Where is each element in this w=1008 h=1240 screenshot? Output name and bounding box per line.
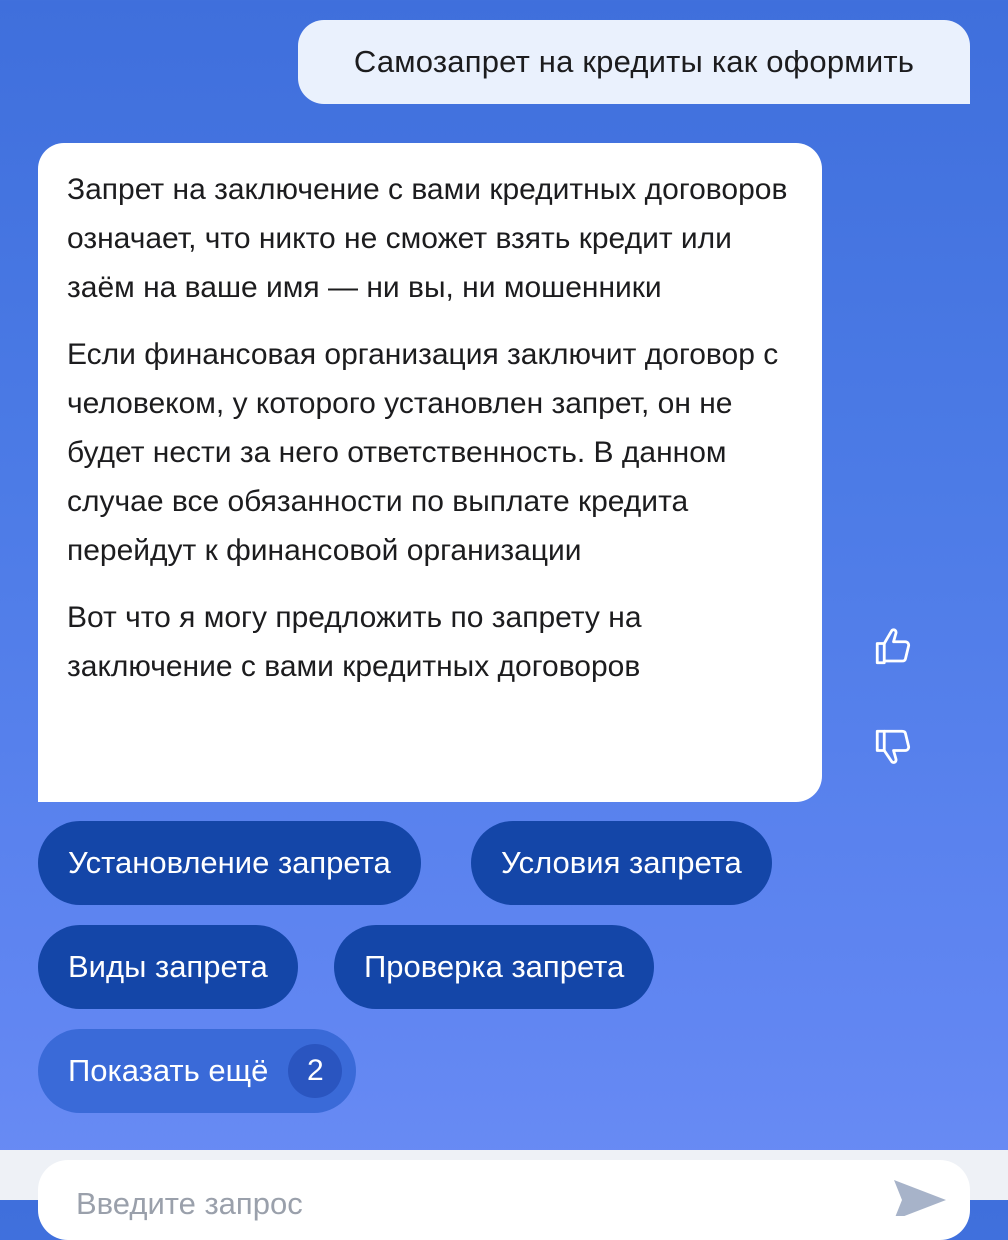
show-more-count-badge: 2: [288, 1044, 343, 1098]
suggestion-chip-label: Проверка запрета: [364, 949, 625, 984]
thumbs-up-icon: [875, 628, 911, 665]
bot-message-bubble: Запрет на заключение с вами кредитных до…: [38, 143, 822, 802]
suggestion-chip-label: Условия запрета: [501, 845, 742, 880]
suggestion-chip-types[interactable]: Виды запрета: [38, 925, 298, 1009]
send-icon[interactable]: [890, 1176, 950, 1216]
like-button[interactable]: [866, 620, 920, 674]
message-input-placeholder: Введите запрос: [76, 1186, 303, 1221]
message-input[interactable]: Введите запрос: [38, 1160, 970, 1240]
suggestion-chip-conditions[interactable]: Условия запрета: [471, 821, 772, 905]
dislike-button[interactable]: [866, 720, 920, 774]
thumbs-down-icon: [875, 729, 911, 764]
bot-message-paragraph: Если финансовая организация заключит дог…: [67, 338, 779, 567]
user-message-text: Самозапрет на кредиты как оформить: [353, 44, 915, 79]
suggestion-chip-label: Виды запрета: [68, 949, 268, 984]
suggestion-chip-establish[interactable]: Установление запрета: [38, 821, 421, 905]
show-more-button[interactable]: Показать ещё 2: [38, 1029, 357, 1113]
suggestion-chip-check[interactable]: Проверка запрета: [334, 925, 655, 1009]
user-message-bubble: Самозапрет на кредиты как оформить: [298, 20, 970, 104]
suggestion-chip-label: Установление запрета: [68, 845, 391, 880]
show-more-label: Показать ещё: [68, 1053, 269, 1088]
bot-message-paragraph: Вот что я могу предложить по запрету на …: [67, 601, 642, 683]
bot-message-paragraph: Запрет на заключение с вами кредитных до…: [67, 173, 788, 304]
